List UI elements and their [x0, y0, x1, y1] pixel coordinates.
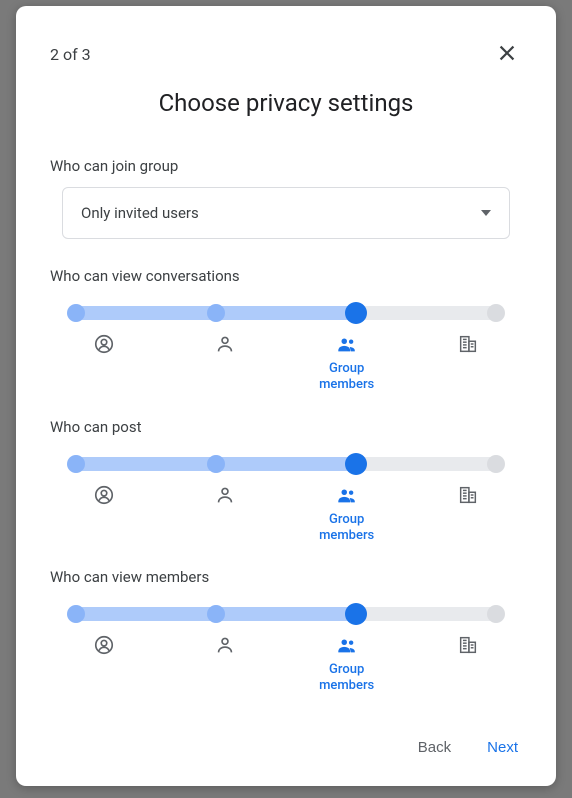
privacy-slider: Who can view conversations Group members	[50, 267, 522, 394]
slider-stop[interactable]	[185, 634, 265, 695]
privacy-slider: Who can post Group members	[50, 418, 522, 545]
person-icon	[214, 484, 236, 506]
slider-track[interactable]	[76, 604, 496, 624]
close-button[interactable]	[492, 38, 522, 71]
slider-label: Who can post	[50, 418, 522, 436]
slider-stop-handle[interactable]	[345, 302, 367, 324]
slider-label: Who can view conversations	[50, 267, 522, 285]
slider-stop-handle[interactable]	[345, 603, 367, 625]
join-group-value: Only invited users	[81, 204, 199, 222]
organization-icon	[457, 333, 479, 355]
slider-stop-label: Group members	[307, 512, 387, 545]
person-circle-icon	[93, 484, 115, 506]
slider-stop[interactable]	[64, 333, 144, 394]
slider-label: Who can view members	[50, 568, 522, 586]
slider-track[interactable]	[76, 303, 496, 323]
slider-stops-row: Group members	[64, 484, 508, 545]
back-button[interactable]: Back	[414, 731, 455, 764]
slider-stop[interactable]: Group members	[307, 333, 387, 394]
slider-stop-handle[interactable]	[67, 455, 85, 473]
slider-stop-label: Group members	[307, 361, 387, 394]
slider-stop-handle[interactable]	[345, 453, 367, 475]
modal-header: 2 of 3	[50, 38, 522, 71]
slider-stop[interactable]: Group members	[307, 484, 387, 545]
group-icon	[336, 634, 358, 656]
slider-stop-handle[interactable]	[207, 304, 225, 322]
slider-stop-label: Group members	[307, 662, 387, 695]
slider-stop[interactable]: Group members	[307, 634, 387, 695]
sliders-container: Who can view conversationsGroup membersW…	[50, 267, 522, 719]
group-icon	[336, 333, 358, 355]
join-group-select[interactable]: Only invited users	[62, 187, 510, 239]
slider-track[interactable]	[76, 454, 496, 474]
organization-icon	[457, 634, 479, 656]
slider-stop-handle[interactable]	[207, 455, 225, 473]
person-icon	[214, 333, 236, 355]
slider-stops-row: Group members	[64, 333, 508, 394]
slider-stop-handle[interactable]	[67, 605, 85, 623]
person-circle-icon	[93, 333, 115, 355]
slider-stop[interactable]	[428, 634, 508, 695]
step-indicator: 2 of 3	[50, 45, 91, 64]
close-icon	[496, 42, 518, 64]
slider-stop[interactable]	[185, 333, 265, 394]
slider-stops-row: Group members	[64, 634, 508, 695]
slider-stop[interactable]	[64, 484, 144, 545]
person-icon	[214, 634, 236, 656]
person-circle-icon	[93, 634, 115, 656]
wizard-footer: Back Next	[50, 721, 522, 764]
slider-stop-handle[interactable]	[487, 304, 505, 322]
next-button[interactable]: Next	[483, 731, 522, 764]
chevron-down-icon	[481, 210, 491, 216]
organization-icon	[457, 484, 479, 506]
slider-stop-handle[interactable]	[207, 605, 225, 623]
privacy-settings-modal: 2 of 3 Choose privacy settings Who can j…	[16, 6, 556, 786]
slider-stop-handle[interactable]	[67, 304, 85, 322]
slider-stop-handle[interactable]	[487, 455, 505, 473]
slider-stop[interactable]	[185, 484, 265, 545]
slider-stop-handle[interactable]	[487, 605, 505, 623]
privacy-slider: Who can view members Group members	[50, 568, 522, 695]
slider-stop[interactable]	[428, 484, 508, 545]
group-icon	[336, 484, 358, 506]
page-title: Choose privacy settings	[50, 89, 522, 117]
join-group-label: Who can join group	[50, 157, 522, 175]
slider-stop[interactable]	[64, 634, 144, 695]
slider-stop[interactable]	[428, 333, 508, 394]
